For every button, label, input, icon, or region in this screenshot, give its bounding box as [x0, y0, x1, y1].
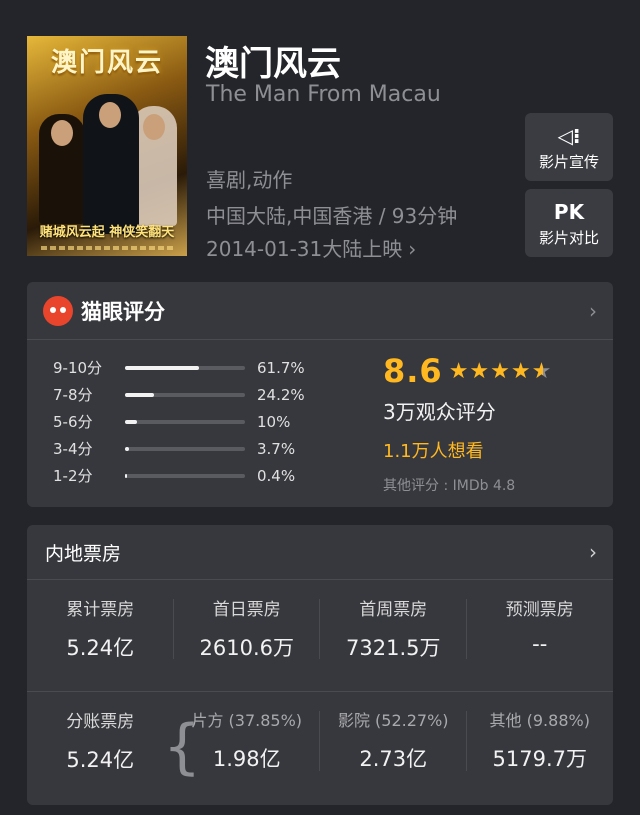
distribution-label: 3-4分 — [53, 440, 93, 458]
box-office-split-row: 分账票房 5.24亿 片方 (37.85%) 1.98亿 影院 (52.27%)… — [27, 707, 613, 797]
distribution-percent: 61.7% — [257, 358, 305, 377]
stat-split-total: 分账票房 5.24亿 — [27, 707, 174, 797]
divider — [27, 691, 613, 692]
poster-slogan: 赌城风云起 神侠笑翻天 — [39, 225, 175, 240]
stat-forecast: 预测票房 -- — [467, 595, 614, 685]
promotion-button-label: 影片宣传 — [538, 152, 599, 171]
rating-distribution: 9-10分 61.7% 7-8分 24.2% 5-6分 10% 3-4分 3.7% 1-2分 0.… — [53, 354, 305, 489]
chevron-right-icon: › — [408, 237, 417, 261]
box-office-card: 内地票房 › 累计票房 5.24亿 首日票房 2610.6万 首周票房 7321… — [27, 525, 613, 805]
distribution-bar-fill — [125, 473, 128, 478]
rating-header-title: 猫眼评分 — [81, 299, 165, 324]
stat-value: 5.24亿 — [66, 748, 135, 772]
stat-label: 影院 (52.27%) — [337, 711, 449, 730]
stat-label: 分账票房 — [66, 712, 135, 732]
stat-other-share: 其他 (9.88%) 5179.7万 — [467, 707, 614, 797]
distribution-bar-fill — [125, 446, 130, 451]
rating-distribution-row: 3-4分 3.7% — [53, 435, 305, 462]
box-office-summary-row: 累计票房 5.24亿 首日票房 2610.6万 首周票房 7321.5万 预测票… — [27, 595, 613, 685]
pk-text-icon: PK — [553, 199, 585, 224]
rating-distribution-row: 7-8分 24.2% — [53, 381, 305, 408]
rating-distribution-row: 1-2分 0.4% — [53, 462, 305, 489]
stat-value: 2.73亿 — [359, 747, 428, 771]
distribution-bar-fill — [125, 365, 200, 370]
distribution-label: 1-2分 — [53, 467, 93, 485]
movie-english-title: The Man From Macau — [206, 82, 441, 107]
poster-figure-head — [99, 102, 121, 128]
stat-label: 累计票房 — [66, 600, 135, 620]
stat-value: 2610.6万 — [199, 636, 294, 660]
stat-value: 7321.5万 — [346, 636, 441, 660]
distribution-label: 7-8分 — [53, 386, 93, 404]
distribution-bar-track — [125, 473, 245, 478]
movie-title: 澳门风云 — [205, 44, 341, 84]
stat-value: 5.24亿 — [66, 636, 135, 660]
stat-label: 首周票房 — [359, 600, 428, 620]
speaker-icon: ◁⁝ — [557, 123, 581, 148]
rating-distribution-row: 9-10分 61.7% — [53, 354, 305, 381]
star-icon: ★ — [469, 358, 491, 384]
distribution-bar-track — [125, 419, 245, 424]
maoyan-rating-card: 猫眼评分 › 9-10分 61.7% 7-8分 24.2% 5-6分 10% 3-4分 3.7… — [27, 282, 613, 507]
stat-value: 5179.7万 — [492, 747, 587, 771]
poster-title: 澳门风云 — [50, 48, 163, 78]
compare-button[interactable]: PK 影片对比 — [525, 189, 613, 257]
movie-release-date[interactable]: 2014-01-31大陆上映 › — [206, 233, 416, 262]
distribution-bar-fill — [125, 392, 155, 397]
stat-cinema-share: 影院 (52.27%) 2.73亿 — [320, 707, 467, 797]
distribution-bar-track — [125, 365, 245, 370]
brace-icon: { — [163, 712, 202, 782]
movie-region-duration: 中国大陆,中国香港 / 93分钟 — [206, 204, 458, 228]
distribution-label: 5-6分 — [53, 413, 93, 431]
stat-total: 累计票房 5.24亿 — [27, 595, 174, 685]
maoyan-cat-logo-icon — [43, 295, 73, 326]
rating-score: 8.6 — [383, 352, 443, 390]
other-ratings: 其他评分 : IMDb 4.8 — [383, 478, 516, 494]
stat-value: -- — [532, 632, 548, 656]
want-to-see-count: 1.1万人想看 — [383, 441, 484, 462]
distribution-bar-track — [125, 392, 245, 397]
star-icon: ★ — [490, 358, 511, 384]
chevron-right-icon: › — [589, 299, 597, 323]
poster-figure-head — [143, 114, 165, 140]
rating-header[interactable]: 猫眼评分 › — [27, 282, 613, 340]
distribution-percent: 10% — [257, 412, 291, 431]
score-summary: 8.6 ★★★★★ 3万观众评分 1.1万人想看 其他评分 : IMDb 4.8 — [383, 352, 552, 495]
distribution-bar-fill — [125, 419, 137, 424]
promotion-button[interactable]: ◁⁝ 影片宣传 — [525, 113, 613, 181]
star-rating-icon: ★★★★★ — [449, 359, 553, 384]
star-icon: ★ — [448, 358, 470, 384]
box-office-title: 内地票房 — [45, 542, 122, 565]
distribution-bar-track — [125, 446, 245, 451]
star-icon: ★ — [510, 358, 532, 384]
release-text: 2014-01-31大陆上映 — [206, 237, 403, 261]
box-office-header[interactable]: 内地票房 › — [27, 525, 613, 580]
distribution-label: 9-10分 — [53, 359, 103, 377]
stat-label: 其他 (9.88%) — [489, 711, 590, 730]
distribution-percent: 3.7% — [257, 439, 296, 458]
stat-label: 首日票房 — [212, 600, 281, 620]
poster-credits — [41, 246, 173, 250]
chevron-right-icon: › — [589, 540, 597, 564]
stat-first-week: 首周票房 7321.5万 — [320, 595, 467, 685]
stat-label: 预测票房 — [505, 600, 574, 620]
stat-first-day: 首日票房 2610.6万 — [174, 595, 321, 685]
compare-button-label: 影片对比 — [538, 228, 599, 247]
distribution-percent: 0.4% — [257, 466, 296, 485]
rating-distribution-row: 5-6分 10% — [53, 408, 305, 435]
star-icon: ★ — [531, 358, 553, 384]
poster-figure-head — [51, 120, 73, 146]
rating-count: 3万观众评分 — [383, 400, 496, 424]
movie-genre: 喜剧,动作 — [206, 168, 293, 192]
movie-poster[interactable]: 澳门风云 赌城风云起 神侠笑翻天 — [27, 36, 187, 256]
distribution-percent: 24.2% — [257, 385, 305, 404]
